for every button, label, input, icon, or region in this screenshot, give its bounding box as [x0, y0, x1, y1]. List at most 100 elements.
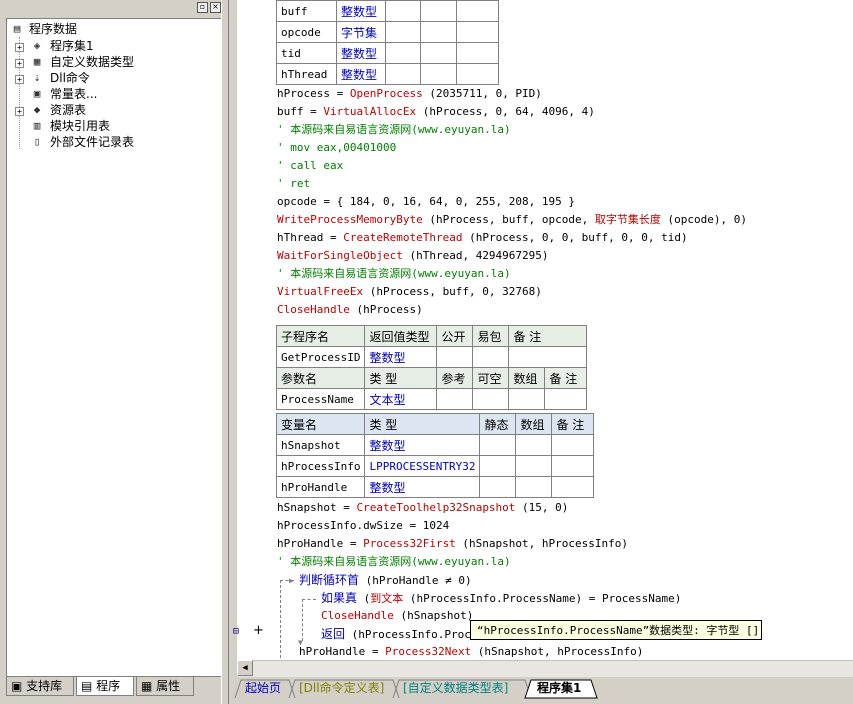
table-cell[interactable]: [472, 346, 510, 368]
tree-item-dll-commands[interactable]: Dll命令: [50, 70, 90, 86]
panel-splitter[interactable]: [221, 0, 229, 704]
table-cell[interactable]: [456, 21, 499, 43]
code-line[interactable]: ' 本源码来自易语言资源网(www.eyuyan.la): [277, 121, 511, 139]
table-cell[interactable]: [479, 455, 517, 477]
tab-assembly-1[interactable]: 程序集1: [537, 679, 581, 697]
column-header: 静态: [479, 413, 517, 435]
table-cell[interactable]: opcode: [276, 21, 337, 43]
code-line[interactable]: CloseHandle (hProcess): [277, 301, 423, 319]
table-cell[interactable]: [544, 388, 588, 410]
table-cell[interactable]: [385, 21, 421, 43]
code-line[interactable]: hProcessInfo.dwSize = 1024: [277, 517, 449, 535]
table-cell[interactable]: 整数型: [336, 63, 386, 85]
code-line[interactable]: CloseHandle (hSnapshot): [321, 607, 473, 625]
scroll-left-button[interactable]: ◀: [237, 660, 253, 676]
tab-support-library[interactable]: ▣ 支持库: [6, 677, 74, 696]
variable-table[interactable]: 变量名 类 型 静态 数组 备 注 hSnapshot 整数型 hProcess…: [275, 413, 595, 498]
code-line[interactable]: buff = VirtualAllocEx (hProcess, 0, 64, …: [277, 103, 595, 121]
tree-item-assembly[interactable]: 程序集1: [50, 38, 94, 54]
code-line[interactable]: ' mov eax,00401000: [277, 139, 396, 157]
table-cell[interactable]: [456, 63, 499, 85]
table-cell[interactable]: [508, 346, 588, 368]
table-cell[interactable]: [508, 388, 546, 410]
table-cell[interactable]: 整数型: [336, 0, 386, 22]
table-cell[interactable]: [479, 476, 517, 498]
variable-type-cell[interactable]: LPPROCESSENTRY32: [364, 455, 481, 477]
table-cell[interactable]: 字节集: [336, 21, 386, 43]
code-line[interactable]: hSnapshot = CreateToolhelp32Snapshot (15…: [277, 499, 568, 517]
variable-name-cell[interactable]: hProcessInfo: [275, 455, 366, 477]
table-cell[interactable]: [385, 63, 421, 85]
table-cell[interactable]: [551, 455, 595, 477]
parameter-type-cell[interactable]: 文本型: [364, 388, 438, 410]
flow-marker-icon[interactable]: ⊟: [233, 626, 247, 638]
code-line[interactable]: ' 本源码来自易语言资源网(www.eyuyan.la): [277, 265, 511, 283]
code-line[interactable]: WaitForSingleObject (hThread, 4294967295…: [277, 247, 549, 265]
table-cell[interactable]: [420, 63, 457, 85]
code-line[interactable]: hProHandle = Process32First (hSnapshot, …: [277, 535, 628, 553]
table-cell[interactable]: [515, 476, 553, 498]
code-line[interactable]: opcode = { 184, 0, 16, 64, 0, 255, 208, …: [277, 193, 575, 211]
horizontal-scrollbar[interactable]: [237, 660, 853, 677]
variable-name-cell[interactable]: hSnapshot: [275, 434, 366, 456]
close-panel-button[interactable]: ×: [210, 2, 221, 13]
code-line[interactable]: hThread = CreateRemoteThread (hProcess, …: [277, 229, 688, 247]
if-statement[interactable]: 如果真 (到文本 (hProcessInfo.ProcessName) = Pr…: [321, 589, 681, 607]
variable-type-cell[interactable]: 整数型: [364, 434, 481, 456]
tree-item-external-files[interactable]: 外部文件记录表: [50, 134, 134, 150]
keyword: 如果真: [321, 591, 358, 605]
expand-toggle-dll-commands[interactable]: +: [15, 75, 24, 84]
expand-toggle-resources[interactable]: +: [15, 107, 24, 116]
table-cell[interactable]: [436, 388, 474, 410]
table-cell[interactable]: [436, 346, 474, 368]
table-cell[interactable]: [551, 434, 595, 456]
loop-statement[interactable]: 判断循环首 (hProHandle ≠ 0): [299, 571, 472, 589]
tab-custom-data-type-table[interactable]: [自定义数据类型表]: [403, 679, 508, 697]
table-cell[interactable]: [420, 21, 457, 43]
table-cell[interactable]: 整数型: [336, 42, 386, 64]
variable-type-cell[interactable]: 整数型: [364, 476, 481, 498]
tree-item-data-types[interactable]: 自定义数据类型: [50, 54, 134, 70]
code-line[interactable]: ' call eax: [277, 157, 343, 175]
tree-item-program-data[interactable]: 程序数据: [29, 21, 77, 37]
tab-properties[interactable]: ▦ 属性: [136, 677, 194, 696]
expand-toggle-data-types[interactable]: +: [15, 59, 24, 68]
parameter-name-cell[interactable]: ProcessName: [275, 388, 366, 410]
return-statement[interactable]: 返回 (hProcessInfo.Proces: [321, 625, 484, 643]
table-cell[interactable]: [420, 0, 457, 22]
code-line[interactable]: hProcess = OpenProcess (2035711, 0, PID): [277, 85, 542, 103]
table-cell[interactable]: [472, 388, 510, 410]
table-cell[interactable]: hThread: [276, 63, 337, 85]
code-line[interactable]: ' ret: [277, 175, 310, 193]
pin-panel-button[interactable]: ▫: [197, 2, 208, 13]
tab-program[interactable]: ▤ 程序: [76, 677, 134, 696]
subroutine-table[interactable]: 子程序名 返回值类型 公开 易包 备 注 GetProcessID 整数型 参数…: [275, 325, 588, 410]
code-line[interactable]: hProHandle = Process32Next (hSnapshot, h…: [299, 643, 643, 661]
code-line[interactable]: WriteProcessMemoryByte (hProcess, buff, …: [277, 211, 747, 229]
table-cell[interactable]: buff: [276, 0, 337, 22]
tab-dll-command-table[interactable]: [Dll命令定义表]: [299, 679, 384, 697]
add-line-button[interactable]: +: [253, 624, 264, 638]
local-variable-table[interactable]: buff 整数型 opcode 字节集 tid 整数型 hThread 整数型: [276, 0, 499, 85]
expand-toggle-assembly[interactable]: +: [15, 43, 24, 52]
return-type-cell[interactable]: 整数型: [364, 346, 438, 368]
tab-start-page[interactable]: 起始页: [245, 679, 281, 697]
subroutine-name-cell[interactable]: GetProcessID: [275, 346, 366, 368]
table-cell[interactable]: [385, 0, 421, 22]
table-cell[interactable]: [479, 434, 517, 456]
table-cell[interactable]: [456, 42, 499, 64]
table-cell[interactable]: [456, 0, 499, 22]
tree-item-module-references[interactable]: 模块引用表: [50, 118, 110, 134]
tree-item-constants[interactable]: 常量表...: [50, 86, 97, 102]
table-cell[interactable]: [420, 42, 457, 64]
tree-item-resources[interactable]: 资源表: [50, 102, 86, 118]
table-cell[interactable]: [515, 455, 553, 477]
code-line[interactable]: ' 本源码来自易语言资源网(www.eyuyan.la): [277, 553, 511, 571]
table-cell[interactable]: tid: [276, 42, 337, 64]
variable-name-cell[interactable]: hProHandle: [275, 476, 366, 498]
project-tree[interactable]: ▤ 程序数据 + ◈ 程序集1 + ▦ 自定义数据类型 + ⇣ Dll命令 ▣ …: [6, 18, 222, 677]
table-cell[interactable]: [385, 42, 421, 64]
table-cell[interactable]: [551, 476, 595, 498]
code-line[interactable]: VirtualFreeEx (hProcess, buff, 0, 32768): [277, 283, 542, 301]
table-cell[interactable]: [515, 434, 553, 456]
